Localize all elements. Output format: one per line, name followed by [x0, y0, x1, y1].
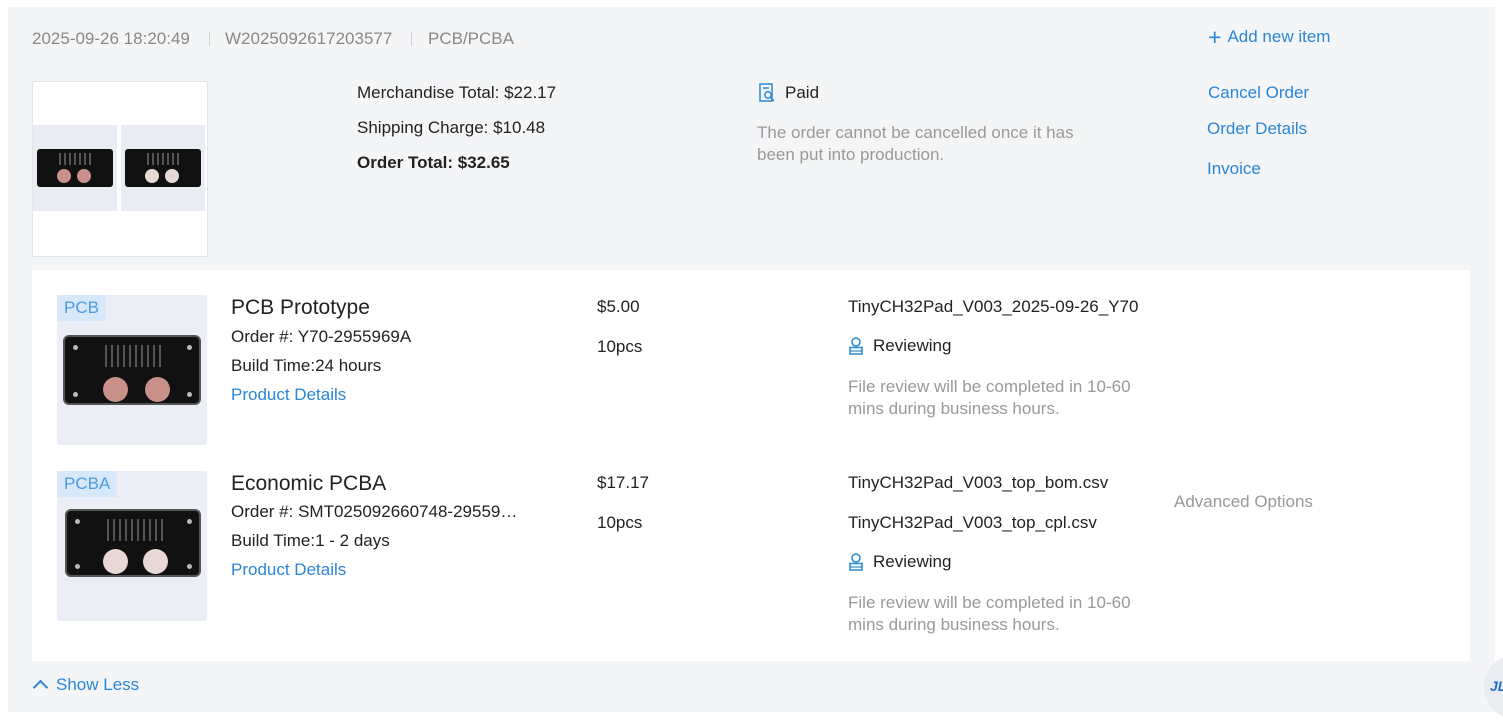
- product-order-number: Order #: SMT025092660748-29559…: [231, 502, 518, 521]
- order-card: 2025-09-26 18:20:49 W2025092617203577 PC…: [8, 7, 1495, 712]
- bom-file-name[interactable]: TinyCH32Pad_V003_top_bom.csv: [848, 473, 1108, 493]
- product-details-link[interactable]: Product Details: [231, 560, 346, 580]
- cpl-file-name[interactable]: TinyCH32Pad_V003_top_cpl.csv: [848, 513, 1097, 533]
- gerber-file-name[interactable]: TinyCH32Pad_V003_2025-09-26_Y70: [848, 297, 1138, 317]
- item-price: $17.17: [597, 473, 649, 492]
- product-order-number: Order #: Y70-2955969A: [231, 327, 412, 346]
- chevron-up-icon: [32, 679, 49, 696]
- review-status-label: Reviewing: [873, 336, 952, 355]
- product-title: PCB Prototype: [231, 296, 370, 319]
- reviewer-icon: [849, 337, 863, 355]
- plus-icon: +: [1208, 24, 1222, 50]
- item-price: $5.00: [597, 297, 640, 316]
- show-less-button[interactable]: Show Less: [32, 675, 140, 696]
- add-new-item-label: Add new item: [1227, 27, 1331, 46]
- brand-logo-icon: JL: [1490, 678, 1503, 694]
- product-type-badge: PCBA: [57, 471, 118, 497]
- product-image: PCBA: [57, 471, 207, 621]
- product-details-link[interactable]: Product Details: [231, 385, 346, 405]
- show-less-label: Show Less: [56, 675, 140, 694]
- shipping-charge: Shipping Charge: $10.48: [357, 118, 546, 137]
- product-type-badge: PCB: [57, 295, 106, 321]
- product-title: Economic PCBA: [231, 472, 387, 495]
- cancel-order-link[interactable]: Cancel Order: [1208, 83, 1309, 103]
- advanced-options-button[interactable]: Advanced Options: [1174, 491, 1313, 513]
- pcb-thumbnail-image: [33, 125, 117, 211]
- order-details-link[interactable]: Order Details: [1207, 119, 1307, 139]
- header-divider: [209, 32, 210, 46]
- reviewer-icon: [849, 553, 863, 571]
- payment-status: Paid: [759, 83, 819, 103]
- review-note: File review will be completed in 10-60 m…: [848, 593, 1131, 634]
- order-total: Order Total: $32.65: [357, 153, 510, 172]
- build-time: Build Time:24 hours: [231, 356, 382, 375]
- receipt-search-icon: [759, 83, 775, 102]
- order-datetime: 2025-09-26 18:20:49: [32, 29, 190, 48]
- review-status-label: Reviewing: [873, 552, 952, 571]
- pcba-thumbnail-image: [121, 125, 205, 211]
- payment-status-label: Paid: [785, 83, 820, 102]
- merchandise-total: Merchandise Total: $22.17: [357, 83, 557, 102]
- cancel-policy-note: The order cannot be cancelled once it ha…: [757, 123, 1074, 164]
- order-items: PCB PCB Prototype Order #: Y70-2955969A …: [32, 270, 1470, 661]
- order-category: PCB/PCBA: [428, 29, 514, 48]
- item-quantity: 10pcs: [597, 513, 643, 532]
- product-image: PCB: [57, 295, 207, 445]
- item-quantity: 10pcs: [597, 337, 643, 356]
- build-time: Build Time:1 - 2 days: [231, 531, 390, 550]
- review-status: Reviewing: [848, 552, 951, 572]
- review-note: File review will be completed in 10-60 m…: [848, 377, 1131, 418]
- invoice-link[interactable]: Invoice: [1207, 159, 1261, 179]
- header-divider: [411, 32, 412, 46]
- add-new-item-button[interactable]: + Add new item: [1208, 24, 1331, 50]
- order-thumbnail: [32, 81, 208, 257]
- review-status: Reviewing: [848, 336, 951, 356]
- order-number: W2025092617203577: [225, 29, 393, 48]
